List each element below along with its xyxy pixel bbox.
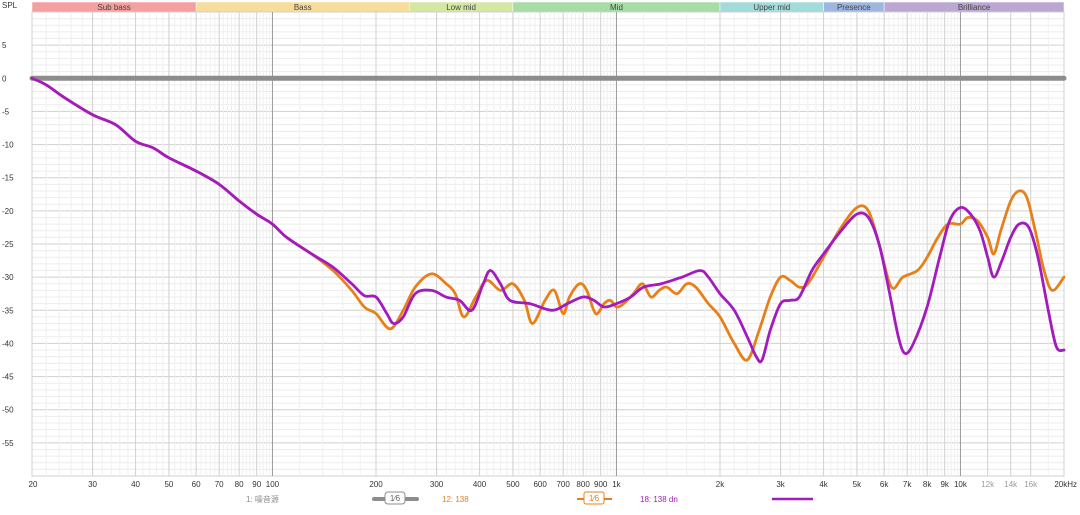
x-tick-label: 2k [716, 480, 725, 489]
x-tick-label: 1k [612, 480, 621, 489]
legend-swatch-label-1: 1⁄6 [390, 494, 401, 503]
x-tick-label: 6k [880, 480, 889, 489]
x-tick-label: 400 [473, 480, 487, 489]
x-tick-label: 14k [1004, 480, 1018, 489]
y-tick-label: 0 [2, 74, 7, 83]
band-label: Upper mid [753, 3, 790, 12]
x-tick-label: 20kHz [1054, 480, 1077, 489]
y-tick-label: -35 [2, 306, 14, 315]
x-tick-label: 500 [506, 480, 520, 489]
x-tick-label: 90 [252, 480, 261, 489]
legend-label-3: 18: 138 dn [640, 495, 678, 504]
grid-lines [31, 11, 1065, 477]
x-tick-label: 900 [594, 480, 608, 489]
x-tick-label: 300 [430, 480, 444, 489]
band-label: Presence [837, 3, 871, 12]
x-tick-label: 9k [940, 480, 949, 489]
x-tick-label: 50 [164, 480, 173, 489]
band-label: Mid [610, 3, 623, 12]
legend-label-2: 12: 138 [442, 495, 469, 504]
y-tick-label: -25 [2, 240, 14, 249]
legend: 1: 噪音源 1⁄6 12: 138 1⁄6 18: 138 dn [246, 491, 813, 505]
band-label: Bass [294, 3, 312, 12]
x-tick-label: 12k [981, 480, 995, 489]
band-label: Low mid [446, 3, 476, 12]
x-tick-label: 800 [576, 480, 590, 489]
y-tick-label: -15 [2, 174, 14, 183]
x-tick-label: 200 [369, 480, 383, 489]
chart-svg: Sub bass Bass Low mid Mid Upper mid Presence B… [2, 1, 1077, 505]
y-axis-labels: 5 0 -5 -10 -15 -20 -25 -30 -35 -40 -45 -50 -55 [2, 41, 14, 448]
frequency-bands: Sub bass Bass Low mid Mid Upper mid Presence B… [31, 1, 1065, 13]
band-label: Sub bass [97, 3, 130, 12]
y-tick-label: -5 [2, 107, 10, 116]
x-tick-label: 30 [88, 480, 97, 489]
x-tick-label: 10k [954, 480, 968, 489]
y-tick-label: -45 [2, 373, 14, 382]
x-tick-label: 40 [131, 480, 140, 489]
x-tick-label: 20 [29, 480, 38, 489]
x-tick-label: 700 [556, 480, 570, 489]
x-tick-label: 80 [235, 480, 244, 489]
y-tick-label: -50 [2, 406, 14, 415]
y-tick-label: -10 [2, 141, 14, 150]
y-tick-label: -55 [2, 439, 14, 448]
x-tick-label: 60 [192, 480, 201, 489]
frequency-response-chart: Sub bass Bass Low mid Mid Upper mid Presence B… [0, 0, 1080, 510]
x-tick-label: 4k [819, 480, 828, 489]
y-tick-label: -20 [2, 207, 14, 216]
y-tick-label: -40 [2, 339, 14, 348]
x-axis-labels: 20 30 40 50 60 70 80 90 100 200 300 400 500 600 700 800… [29, 480, 1077, 489]
legend-label-1: 1: 噪音源 [246, 494, 279, 504]
y-tick-label: -30 [2, 273, 14, 282]
x-tick-label: 100 [266, 480, 280, 489]
band-label: Brilliance [958, 3, 991, 12]
x-tick-label: 3k [776, 480, 785, 489]
x-tick-label: 600 [533, 480, 547, 489]
x-tick-label: 8k [923, 480, 932, 489]
y-tick-label: 5 [2, 41, 7, 50]
y-axis-title: SPL [2, 1, 18, 10]
x-tick-label: 16k [1024, 480, 1038, 489]
legend-swatch-label-2: 1⁄6 [589, 494, 600, 503]
x-tick-label: 5k [853, 480, 862, 489]
x-tick-label: 70 [215, 480, 224, 489]
x-tick-label: 7k [903, 480, 912, 489]
